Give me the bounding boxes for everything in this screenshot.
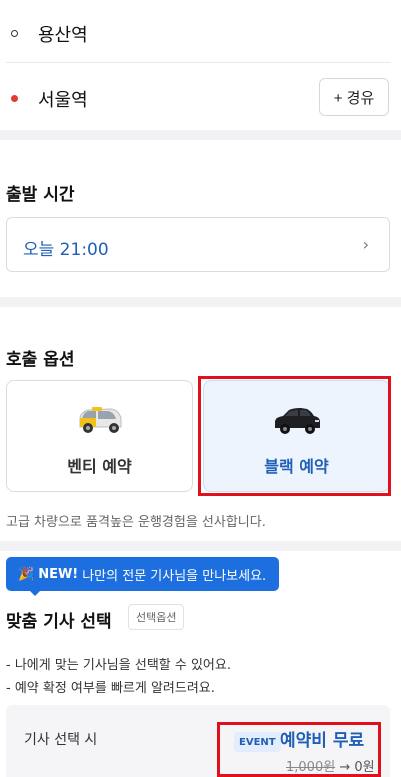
venti-label: 벤티 예약 — [67, 457, 132, 476]
option-description: 고급 차량으로 품격높은 운행경험을 선사합니다. — [6, 515, 266, 530]
departure-title: 출발 시간 — [6, 185, 75, 205]
new-feature-banner: 🎉 NEW! 나만의 전문 기사님을 만나보세요. — [6, 557, 279, 591]
old-price: 1,000원 — [286, 760, 336, 775]
free-reservation-text: 예약비 무료 — [280, 731, 365, 751]
event-badge: EVENT — [234, 732, 281, 752]
price-label: 기사 선택 시 — [24, 732, 98, 748]
destination-row[interactable]: 서울역 + 경유 — [0, 66, 401, 128]
driver-select-title: 맞춤 기사 선택 — [6, 612, 112, 632]
party-popper-icon: 🎉 — [18, 566, 35, 582]
new-badge: NEW! — [38, 566, 79, 582]
driver-benefit-2: - 예약 확정 여부를 빠르게 알려드려요. — [6, 681, 215, 696]
departure-time-value: 오늘 21:00 — [23, 240, 109, 260]
route-section: 용산역 서울역 + 경유 — [0, 0, 401, 130]
black-label: 블랙 예약 — [264, 457, 329, 476]
venti-reservation-option[interactable]: 벤티 예약 — [6, 380, 193, 492]
departure-time-selector[interactable]: 오늘 21:00 › — [6, 217, 390, 272]
black-reservation-option[interactable]: 블랙 예약 — [203, 380, 390, 492]
section-divider — [0, 130, 401, 140]
destination-dot-icon — [11, 95, 18, 102]
add-via-button[interactable]: + 경유 — [319, 78, 389, 116]
new-banner-text: 나만의 전문 기사님을 만나보세요. — [82, 568, 267, 584]
driver-benefit-1: - 나에게 맞는 기사님을 선택할 수 있어요. — [6, 658, 231, 673]
arrow-icon: → — [339, 760, 351, 775]
origin-dot-icon — [11, 30, 18, 37]
optional-tag: 선택옵션 — [128, 604, 185, 630]
driver-select-price-box[interactable]: 기사 선택 시 EVENT 예약비 무료 1,000원 → 0원 — [6, 705, 390, 777]
destination-label: 서울역 — [38, 90, 88, 111]
origin-label: 용산역 — [38, 25, 88, 46]
venti-taxi-icon — [79, 407, 121, 433]
call-options-title: 호출 옵션 — [6, 350, 75, 370]
new-price: 0원 — [354, 760, 375, 775]
section-divider — [0, 297, 401, 307]
route-divider — [6, 62, 391, 63]
origin-row[interactable]: 용산역 — [0, 2, 401, 64]
black-car-icon — [274, 408, 320, 434]
chevron-right-icon: › — [362, 235, 369, 254]
price-change: 1,000원 → 0원 — [286, 756, 375, 775]
section-divider — [0, 541, 401, 551]
banner-tail — [28, 589, 42, 596]
